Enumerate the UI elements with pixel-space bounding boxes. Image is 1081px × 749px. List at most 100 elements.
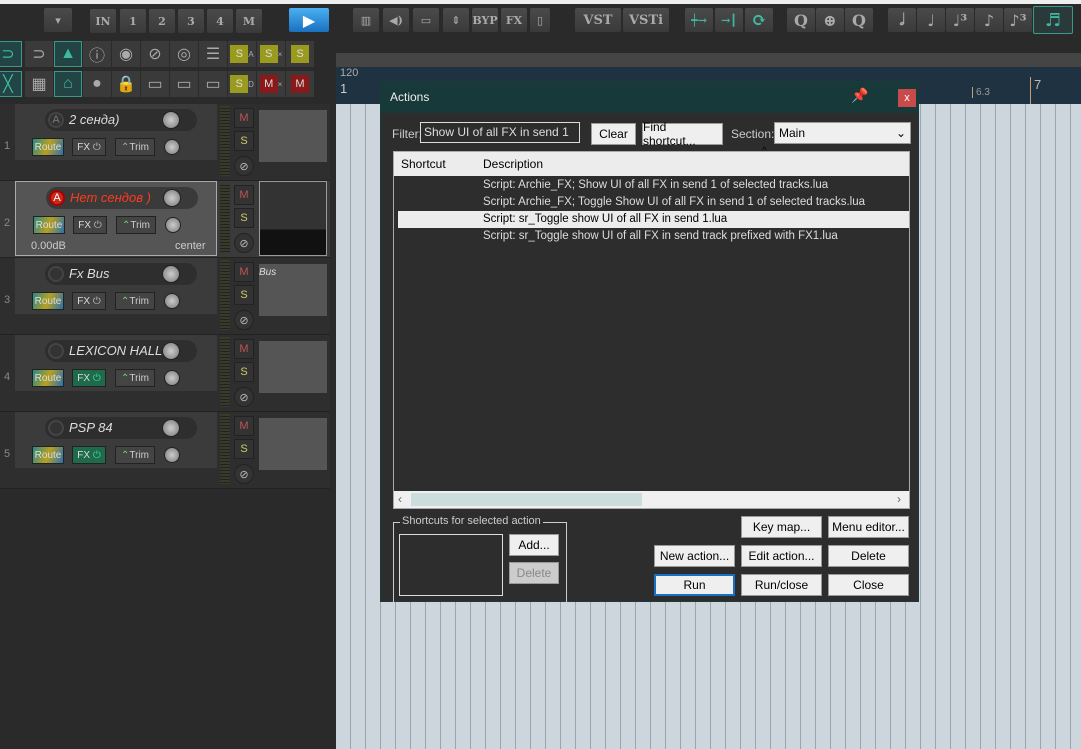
fx-thumbnail[interactable] [259,181,327,256]
volume-knob[interactable] [163,189,181,207]
action-row[interactable]: Script: sr_Toggle show UI of all FX in s… [398,228,909,245]
route-button[interactable]: Route [32,446,64,464]
cursor-end-icon[interactable]: →┃ [715,8,743,32]
route-button[interactable]: Route [32,292,64,310]
track-number[interactable]: 2 [0,181,14,237]
volume-knob[interactable] [162,111,180,129]
scroll-left-icon[interactable]: ‹ [398,492,402,506]
play-icon[interactable]: ▶ [289,8,329,32]
run-button[interactable]: Run [654,574,735,596]
envelope-link-icon[interactable]: ⌂ [54,71,82,97]
solo-clear-button[interactable]: S × [257,41,285,67]
actions-list[interactable]: Shortcut Description ^ Script: Archie_FX… [393,146,910,509]
vsti-button[interactable]: VSTi [623,8,669,32]
mute-button[interactable]: M [234,262,254,282]
note-eighth-triplet-icon[interactable]: ♪³ [1004,8,1032,32]
track-number[interactable]: 5 [0,412,14,468]
trim-button[interactable]: ⌃ Trim [115,138,155,156]
horizontal-scrollbar[interactable]: ‹ › [394,491,909,508]
solo-a-button[interactable]: SA [228,41,256,67]
solo-button[interactable]: S [234,131,254,151]
fx-thumbnail[interactable] [259,341,327,393]
track[interactable]: 4 LEXICON HALL Route FX ⏻ ⌃ Trim M S ⊘ [0,335,330,412]
track[interactable]: 1 A 2 сенда) Route FX ⏻ ⌃ Trim M S ⊘ [0,104,330,181]
record-arm-button[interactable] [48,266,64,282]
track-number[interactable]: 3 [0,258,14,314]
pan-knob[interactable] [164,139,180,155]
volume-knob[interactable] [162,419,180,437]
vertical-fader-icon[interactable]: ⇕ [443,8,469,32]
note-quarter-icon[interactable]: ♩ [917,8,945,32]
move-cursor-icon[interactable]: ┿→ [685,8,713,32]
note-sixteenth-icon[interactable]: ♬ [1033,6,1073,34]
volume-knob[interactable] [162,265,180,283]
track-number[interactable]: 1 [0,104,14,160]
comment-icon[interactable]: ● [83,71,111,97]
track-control-panel[interactable]: A 2 сенда) Route FX ⏻ ⌃ Trim [15,104,217,160]
route-button[interactable]: Route [32,369,64,387]
eye-hidden-icon[interactable]: ⊘ [141,41,169,67]
mute-button[interactable]: M [234,416,254,436]
trim-button[interactable]: ⌃ Trim [115,369,155,387]
edit-action-button[interactable]: Edit action... [741,545,822,567]
folder-open-icon[interactable]: ▭ [199,71,227,97]
pin-icon[interactable]: 📌 [851,87,868,104]
find-shortcut-button[interactable]: Find shortcut... [642,120,723,148]
mute-button[interactable]: M [234,339,254,359]
preset-2-button[interactable]: 2 [149,9,175,33]
record-arm-button[interactable] [48,420,64,436]
speaker-icon[interactable]: ◀) [383,8,409,32]
route-button[interactable]: Route [32,138,64,156]
pan-knob[interactable] [164,370,180,386]
phase-invert-icon[interactable]: ⊘ [234,387,254,407]
eye-show-icon[interactable]: ◎ [170,41,198,67]
key-map-button[interactable]: Key map... [741,516,822,538]
column-description[interactable]: Description [483,157,543,171]
crossfade-icon[interactable]: ╳ [0,71,22,97]
note-triplet-icon[interactable]: ♩³ [946,8,974,32]
input-button[interactable]: IN [90,9,116,33]
scroll-right-icon[interactable]: › [897,492,901,506]
trim-button[interactable]: ⌃ Trim [115,446,155,464]
fx-button[interactable]: FX ⏻ [72,369,106,387]
filter-input[interactable]: Show UI of all FX in send 1 [420,122,580,143]
track[interactable]: 5 PSP 84 Route FX ⏻ ⌃ Trim M S ⊘ [0,412,330,489]
clear-button[interactable]: Clear [591,123,636,145]
fx-thumbnail[interactable] [259,110,327,162]
track-control-panel[interactable]: LEXICON HALL Route FX ⏻ ⌃ Trim [15,335,217,391]
new-action-button[interactable]: New action... [654,545,735,567]
info-icon[interactable]: ⓘ [83,41,111,67]
fx-button[interactable]: FX [501,8,527,32]
pan-knob[interactable] [164,293,180,309]
fader-icon[interactable]: ▭ [413,8,439,32]
preset-m-button[interactable]: M [236,9,262,33]
delete-action-button[interactable]: Delete [828,545,909,567]
track-control-panel[interactable]: A Нет сендов ) Route FX ⏻ ⌃ Trim 0.00dB ce… [15,181,217,256]
folder-icon[interactable]: ▭ [141,71,169,97]
eye-icon[interactable]: ◉ [112,41,140,67]
snap-icon[interactable]: ⊃ [0,41,22,67]
track-control-panel[interactable]: Fx Bus Route FX ⏻ ⌃ Trim [15,258,217,314]
lock-icon[interactable]: 🔒 [112,71,140,97]
fx-button[interactable]: FX ⏻ [73,216,107,234]
note-half-icon[interactable]: 𝅗𝅥 [888,8,916,32]
fx-button[interactable]: FX ⏻ [72,138,106,156]
solo-button[interactable]: S [234,285,254,305]
route-button[interactable]: Route [33,216,65,234]
trim-button[interactable]: ⌃ Trim [115,292,155,310]
solo-button[interactable]: S [234,208,254,228]
action-row[interactable]: Script: sr_Toggle show UI of all FX in s… [398,211,909,228]
phase-invert-icon[interactable]: ⊘ [234,233,254,253]
timeline-scroll-bar[interactable] [336,53,1081,67]
pan-knob[interactable] [164,447,180,463]
record-arm-button[interactable] [48,343,64,359]
delete-shortcut-button[interactable]: Delete [509,562,559,584]
grid-icon[interactable]: ▦ [25,71,53,97]
add-shortcut-button[interactable]: Add... [509,534,559,556]
track[interactable]: 3 Fx Bus Route FX ⏻ ⌃ Trim M S ⊘ Bus [0,258,330,335]
phase-invert-icon[interactable]: ⊘ [234,310,254,330]
splitter[interactable] [330,104,336,749]
fx-thumbnail[interactable]: Bus [259,264,327,316]
mute-button[interactable]: M [286,71,314,97]
folder-check-icon[interactable]: ▭ [170,71,198,97]
